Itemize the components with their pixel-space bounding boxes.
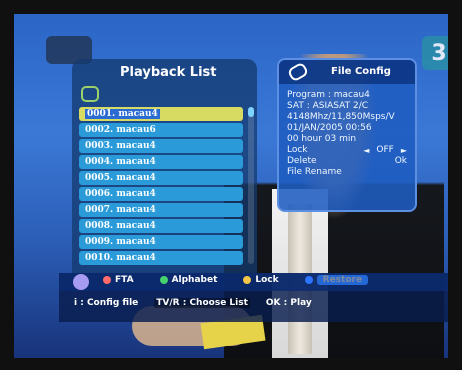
playback-list-item-6[interactable]: 0006. macau4 xyxy=(79,187,243,201)
color-keys: FTA Alphabet Lock Restore xyxy=(103,275,369,285)
config-duration: 00 hour 03 min xyxy=(287,134,357,144)
playback-list-title: Playback List xyxy=(120,65,217,80)
config-icon xyxy=(286,61,310,83)
playback-list-item-3[interactable]: 0003. macau4 xyxy=(79,139,243,153)
help-choose-list: TV/R : Choose List xyxy=(154,298,250,308)
playback-icon xyxy=(81,86,99,102)
channel-number-badge: 3 xyxy=(422,36,448,70)
config-delete-row[interactable]: Delete Ok xyxy=(287,156,407,167)
playback-list-item-4[interactable]: 0004. macau4 xyxy=(79,155,243,169)
playback-list-item-1[interactable]: 0001. macau4 xyxy=(79,107,243,121)
triangle-right-icon[interactable]: ► xyxy=(401,145,407,156)
key-lock[interactable]: Lock xyxy=(243,275,279,285)
config-lock-label: Lock xyxy=(287,145,308,155)
config-lock-row[interactable]: Lock ◄ OFF ► xyxy=(287,145,407,156)
key-fta-label: FTA xyxy=(115,275,134,285)
config-lock-control[interactable]: ◄ OFF ► xyxy=(363,145,407,156)
playback-list-scrollbar[interactable] xyxy=(248,107,254,264)
playback-list-item-7[interactable]: 0007. macau4 xyxy=(79,203,243,217)
info-icon xyxy=(73,274,89,290)
footer-keys-bar: FTA Alphabet Lock Restore xyxy=(59,273,448,291)
triangle-left-icon[interactable]: ◄ xyxy=(363,145,369,156)
playback-list-item-2[interactable]: 0002. macau6 xyxy=(79,123,243,137)
footer-help: i : Config file TV/R : Choose List OK : … xyxy=(74,298,312,308)
config-delete-label: Delete xyxy=(287,156,317,166)
config-satellite: SAT : ASIASAT 2/C xyxy=(287,101,369,111)
red-dot-icon xyxy=(103,276,111,284)
key-lock-label: Lock xyxy=(255,275,279,285)
key-alphabet-label: Alphabet xyxy=(171,275,218,285)
blue-dot-icon xyxy=(304,276,313,284)
playback-list-panel: Playback List 0001. macau4 0002. macau6 … xyxy=(72,59,257,274)
file-config-header: File Config xyxy=(279,60,415,84)
playback-list-item-8[interactable]: 0008. macau4 xyxy=(79,219,243,233)
file-config-title: File Config xyxy=(331,66,391,77)
playback-list-item-5[interactable]: 0005. macau4 xyxy=(79,171,243,185)
footer-bar: FTA Alphabet Lock Restore i: Config fil… xyxy=(59,273,448,322)
config-delete-value[interactable]: Ok xyxy=(395,156,407,167)
scrollbar-thumb[interactable] xyxy=(248,107,254,117)
file-config-panel: File Config Program : macau4 SAT : ASIAS… xyxy=(277,58,417,212)
playback-list-item-10[interactable]: 0010. macau4 xyxy=(79,251,243,265)
key-restore[interactable]: Restore xyxy=(304,275,369,285)
tv-screen: 3 Playback List 0001. macau4 0002. macau… xyxy=(14,14,448,358)
green-dot-icon xyxy=(159,276,168,284)
playback-list-item-9[interactable]: 0009. macau4 xyxy=(79,235,243,249)
key-alphabet[interactable]: Alphabet xyxy=(159,275,218,285)
key-restore-label: Restore xyxy=(316,275,369,285)
help-play: OK : Play xyxy=(265,298,312,308)
file-config-content: Program : macau4 SAT : ASIASAT 2/C 4148M… xyxy=(287,90,407,178)
key-fta[interactable]: FTA xyxy=(103,275,134,285)
playback-list: 0001. macau4 0002. macau6 0003. macau4 0… xyxy=(79,107,243,267)
yellow-dot-icon xyxy=(243,276,252,284)
help-config: i : Config file xyxy=(74,298,139,308)
config-frequency: 4148Mhz/11,850Msps/V xyxy=(287,112,395,122)
tv-frame: 3 Playback List 0001. macau4 0002. macau… xyxy=(0,0,462,370)
config-date: 01/JAN/2005 00:56 xyxy=(287,123,372,133)
config-file-rename[interactable]: File Rename xyxy=(287,167,407,178)
config-program: Program : macau4 xyxy=(287,90,370,100)
config-lock-value: OFF xyxy=(376,145,394,155)
